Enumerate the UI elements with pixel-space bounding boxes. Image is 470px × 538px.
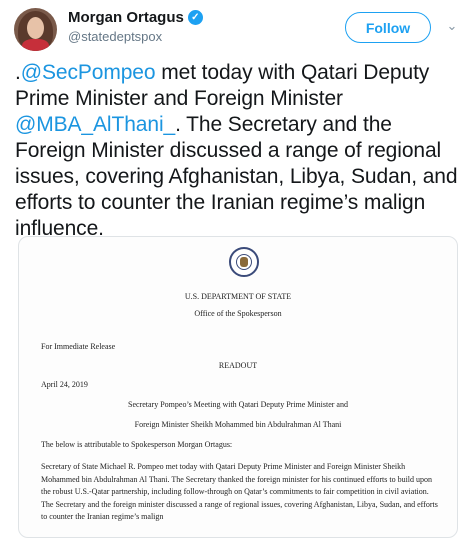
author-name[interactable]: Morgan Ortagus <box>68 9 184 26</box>
mention-link-secpompeo[interactable]: @SecPompeo <box>21 61 156 84</box>
attached-document-image[interactable]: U.S. DEPARTMENT OF STATE Office of the S… <box>18 236 458 538</box>
tweet-text: .@SecPompeo met today with Qatari Deputy… <box>15 60 460 242</box>
document-office: Office of the Spokesperson <box>194 309 282 318</box>
avatar-face <box>27 17 44 39</box>
document-department: U.S. DEPARTMENT OF STATE <box>184 292 292 301</box>
document-release: For Immediate Release <box>41 342 116 351</box>
avatar-clothing <box>22 39 49 51</box>
follow-button[interactable]: Follow <box>345 12 431 43</box>
verified-badge-icon: ✓ <box>187 10 203 25</box>
document-body: Secretary of State Michael R. Pompeo met… <box>41 462 438 521</box>
author-handle[interactable]: @statedeptspox <box>68 29 162 44</box>
document-readout: READOUT <box>218 361 258 370</box>
mention-link-mba-althani[interactable]: @MBA_AlThani_ <box>15 113 175 136</box>
state-department-seal-icon <box>229 247 259 277</box>
document-title-line1: Secretary Pompeo’s Meeting with Qatari D… <box>128 400 348 409</box>
chevron-down-icon[interactable]: ⌄ <box>444 18 460 34</box>
avatar[interactable] <box>14 8 57 51</box>
seal-eagle <box>240 257 248 267</box>
author-name-row[interactable]: Morgan Ortagus ✓ <box>68 9 203 26</box>
document-attribution: The below is attributable to Spokesperso… <box>41 440 233 449</box>
document-date: April 24, 2019 <box>41 380 88 389</box>
document-title-line2: Foreign Minister Sheikh Mohammed bin Abd… <box>134 420 342 429</box>
